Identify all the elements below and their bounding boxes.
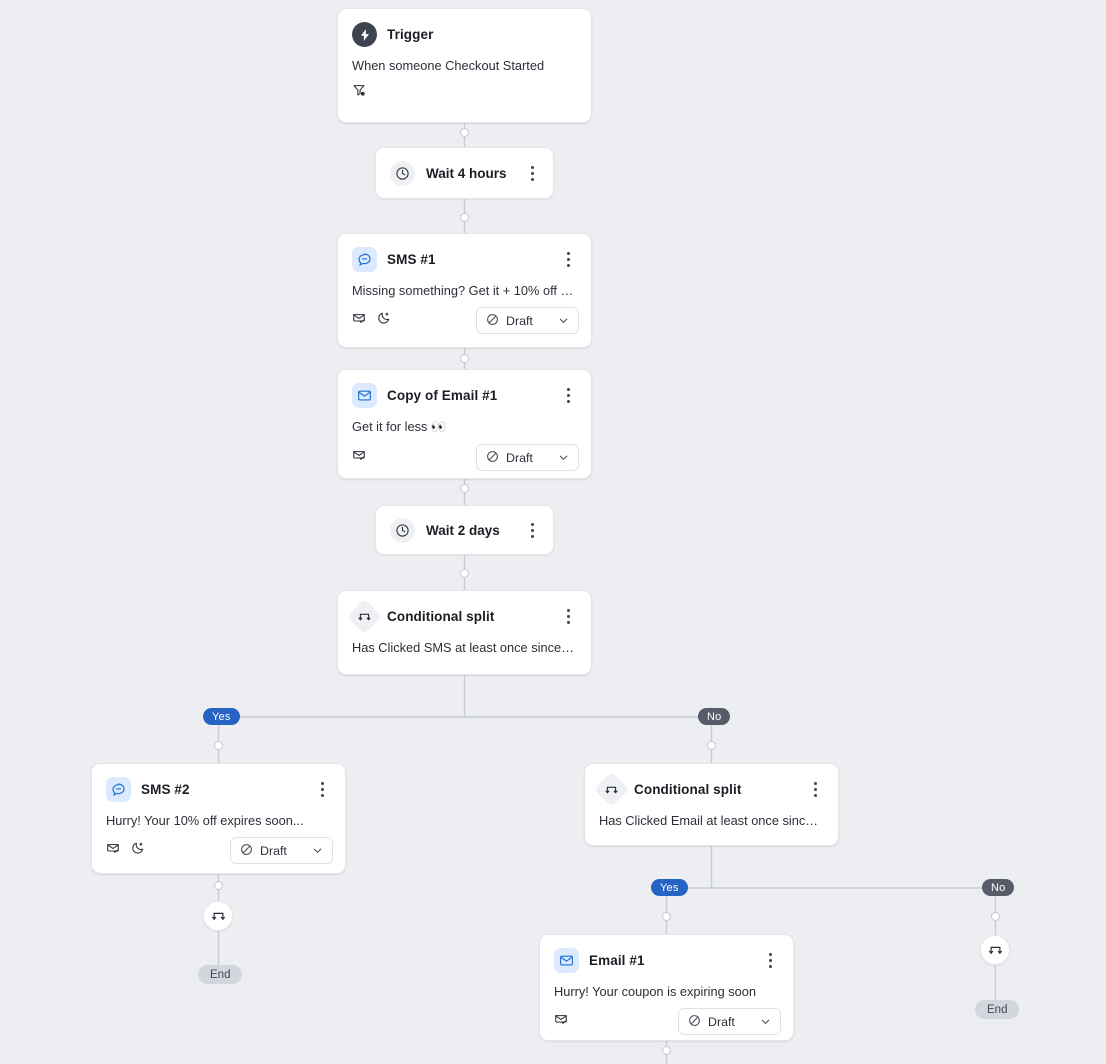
branch-label-no-split-1[interactable]: No: [698, 708, 731, 725]
chevron-down-icon: [759, 1015, 772, 1028]
email-1-header: Email #1: [540, 935, 793, 973]
circle-slash-icon: [688, 1014, 701, 1030]
sms-2-status-select[interactable]: Draft: [230, 837, 333, 864]
connector-dot[interactable]: [460, 213, 469, 222]
node-conditional-split-1[interactable]: Conditional split Has Clicked SMS at lea…: [337, 590, 592, 675]
sms-2-header: SMS #2: [92, 764, 345, 802]
trigger-footer: [338, 73, 591, 115]
clock-icon: [390, 160, 415, 186]
sms-1-footer: Draft: [338, 298, 591, 346]
split-arrows-icon: [211, 912, 225, 920]
envelope-icon: [352, 383, 377, 408]
trigger-title: Trigger: [387, 27, 434, 42]
copy-of-email-1-menu-button[interactable]: [559, 386, 577, 406]
trigger-header: Trigger: [338, 9, 591, 47]
circle-slash-icon: [486, 450, 499, 466]
node-sms-2[interactable]: SMS #2 Hurry! Your 10% off expires soon.…: [91, 763, 346, 874]
node-trigger[interactable]: Trigger When someone Checkout Started: [337, 8, 592, 123]
sms-2-title: SMS #2: [141, 782, 190, 797]
conditional-split-1-header: Conditional split: [338, 591, 591, 635]
node-sms-1[interactable]: SMS #1 Missing something? Get it + 10% o…: [337, 233, 592, 348]
wait-2-days-menu-button[interactable]: [523, 520, 541, 540]
split-arrows-icon: [988, 946, 1002, 954]
branch-label-yes-split-2[interactable]: Yes: [651, 879, 688, 896]
sms-1-status-label: Draft: [506, 313, 533, 328]
conditional-split-1-description: Has Clicked SMS at least once since star…: [352, 640, 591, 655]
connector-dot[interactable]: [460, 128, 469, 137]
connector-dot[interactable]: [460, 569, 469, 578]
connector-dot[interactable]: [662, 1046, 671, 1055]
sms-1-header: SMS #1: [338, 234, 591, 272]
moon-icon: [131, 841, 145, 860]
lightning-bolt-icon: [352, 22, 377, 47]
connector-dot[interactable]: [460, 354, 469, 363]
sms-2-footer: Draft: [92, 828, 345, 876]
conditional-split-1-title: Conditional split: [387, 609, 495, 624]
sms-2-description: Hurry! Your 10% off expires soon...: [106, 813, 304, 828]
circle-slash-icon: [240, 843, 253, 859]
moon-icon: [377, 311, 391, 330]
merge-node-right[interactable]: [980, 935, 1010, 965]
envelope-check-icon: [352, 311, 366, 330]
wait-2-days-title: Wait 2 days: [426, 522, 500, 538]
clock-icon: [390, 517, 415, 543]
node-email-1[interactable]: Email #1 Hurry! Your coupon is expiring …: [539, 934, 794, 1041]
email-1-footer: Draft: [540, 999, 793, 1047]
wait-4-hours-title: Wait 4 hours: [426, 165, 507, 181]
node-copy-of-email-1[interactable]: Copy of Email #1 Get it for less 👀 Draft: [337, 369, 592, 479]
connector-dot[interactable]: [991, 912, 1000, 921]
sms-1-status-select[interactable]: Draft: [476, 307, 579, 334]
chevron-down-icon: [311, 844, 324, 857]
email-1-menu-button[interactable]: [761, 951, 779, 971]
circle-slash-icon: [486, 313, 499, 329]
sms-1-menu-button[interactable]: [559, 250, 577, 270]
filter-icon[interactable]: [352, 83, 366, 102]
copy-of-email-1-title: Copy of Email #1: [387, 388, 498, 403]
end-node-right[interactable]: End: [975, 1000, 1020, 1019]
envelope-icon: [554, 948, 579, 973]
conditional-split-2-menu-button[interactable]: [806, 780, 824, 800]
sms-2-status-label: Draft: [260, 843, 287, 858]
sms-bubble-icon: [352, 247, 377, 272]
sms-bubble-icon: [106, 777, 131, 802]
node-wait-2-days[interactable]: Wait 2 days: [375, 505, 554, 555]
email-1-status-select[interactable]: Draft: [678, 1008, 781, 1035]
branch-label-yes-split-1[interactable]: Yes: [203, 708, 240, 725]
connector-dot[interactable]: [707, 741, 716, 750]
copy-of-email-1-header: Copy of Email #1: [338, 370, 591, 408]
sms-2-menu-button[interactable]: [313, 780, 331, 800]
flow-canvas[interactable]: Trigger When someone Checkout Started Wa…: [0, 0, 1106, 1064]
email-1-status-label: Draft: [708, 1014, 735, 1029]
envelope-check-icon: [106, 841, 120, 860]
conditional-split-2-header: Conditional split: [585, 764, 838, 808]
conditional-split-1-menu-button[interactable]: [559, 607, 577, 627]
end-node-left[interactable]: End: [198, 965, 243, 984]
envelope-check-icon: [352, 448, 366, 467]
conditional-split-2-title: Conditional split: [634, 782, 742, 797]
copy-of-email-1-status-select[interactable]: Draft: [476, 444, 579, 471]
connector-dot[interactable]: [214, 881, 223, 890]
copy-of-email-1-status-label: Draft: [506, 450, 533, 465]
chevron-down-icon: [557, 314, 570, 327]
connector-dot[interactable]: [662, 912, 671, 921]
conditional-split-2-description: Has Clicked Email at least once since st…: [599, 813, 838, 828]
node-wait-4-hours[interactable]: Wait 4 hours: [375, 147, 554, 199]
sms-1-title: SMS #1: [387, 252, 436, 267]
copy-of-email-1-footer: Draft: [338, 435, 591, 483]
connector-dot[interactable]: [460, 484, 469, 493]
sms-1-description: Missing something? Get it + 10% off whe.…: [352, 283, 591, 298]
email-1-description: Hurry! Your coupon is expiring soon: [554, 984, 757, 999]
copy-of-email-1-description: Get it for less 👀: [352, 419, 447, 434]
trigger-description: When someone Checkout Started: [352, 58, 545, 73]
connector-dot[interactable]: [214, 741, 223, 750]
merge-node-left[interactable]: [203, 901, 233, 931]
email-1-title: Email #1: [589, 953, 645, 968]
envelope-check-icon: [554, 1012, 568, 1031]
wait-4-hours-menu-button[interactable]: [523, 163, 541, 183]
branch-label-no-split-2[interactable]: No: [982, 879, 1015, 896]
chevron-down-icon: [557, 451, 570, 464]
node-conditional-split-2[interactable]: Conditional split Has Clicked Email at l…: [584, 763, 839, 846]
